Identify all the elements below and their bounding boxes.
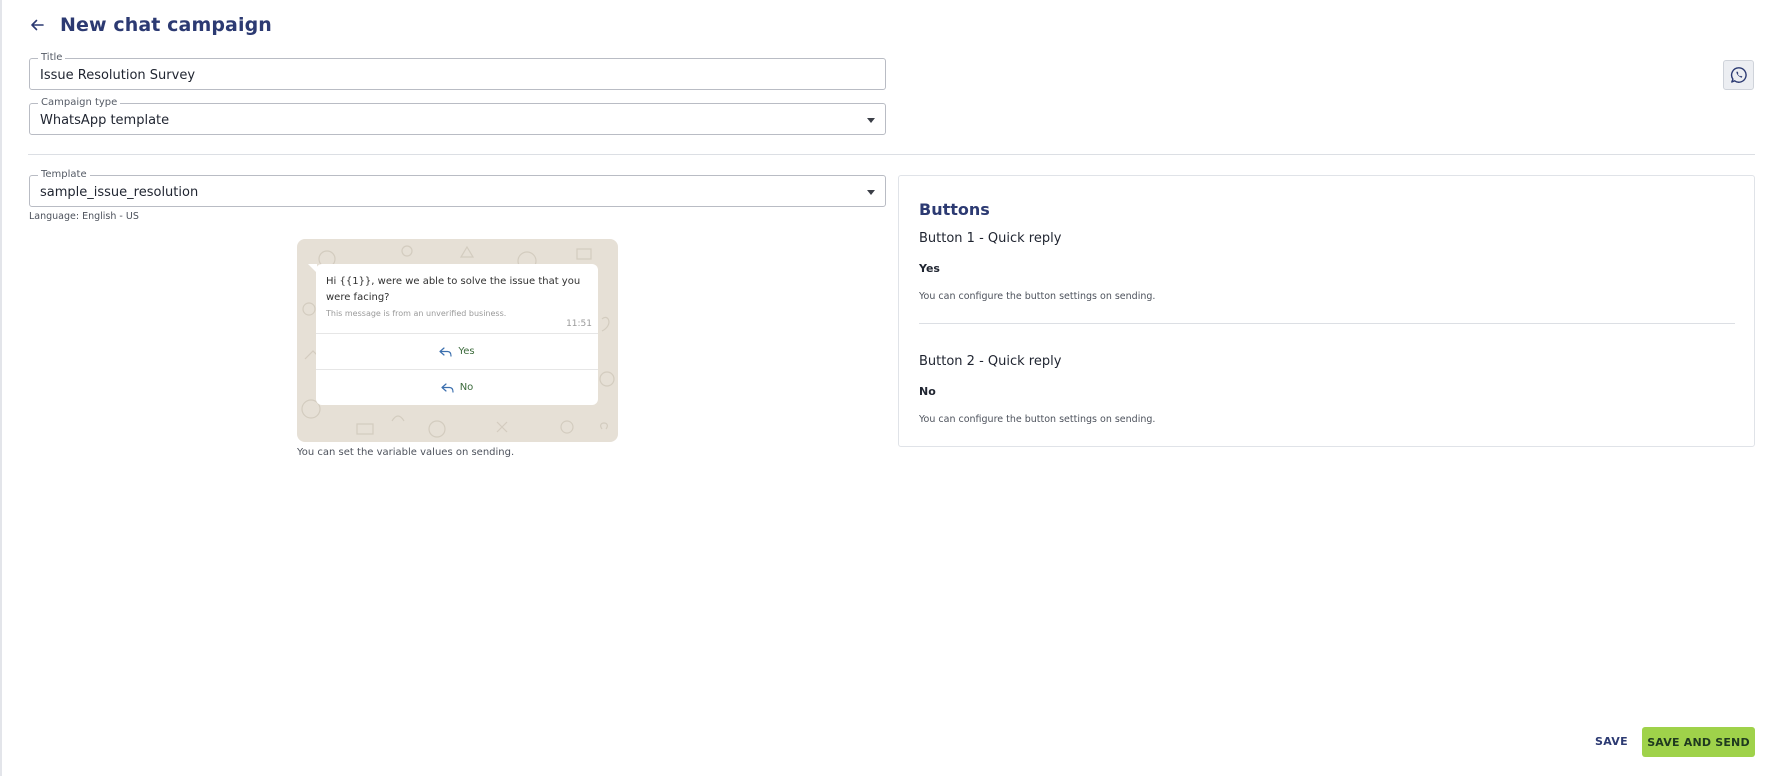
campaign-type-value: WhatsApp template: [40, 113, 170, 128]
caret-down-icon: [867, 118, 875, 123]
campaign-type-select[interactable]: Campaign type WhatsApp template: [29, 97, 886, 135]
save-button[interactable]: SAVE: [1589, 730, 1634, 752]
quick-reply-no[interactable]: No: [316, 369, 598, 405]
page-header: New chat campaign: [28, 10, 272, 40]
title-field-label: Title: [38, 52, 66, 64]
message-preview: Hi {{1}}, were we able to solve the issu…: [297, 239, 618, 442]
template-select[interactable]: Template sample_issue_resolution: [29, 169, 886, 207]
buttons-panel-title: Buttons: [919, 200, 990, 219]
button-1-heading: Button 1 - Quick reply: [919, 231, 1062, 246]
whatsapp-icon: [1730, 67, 1747, 83]
buttons-divider: [919, 323, 1735, 324]
button-2-note: You can configure the button settings on…: [919, 414, 1156, 425]
message-bubble: Hi {{1}}, were we able to solve the issu…: [308, 264, 598, 405]
page-left-border: [0, 0, 2, 776]
caret-down-icon: [867, 190, 875, 195]
button-2-value: No: [919, 385, 936, 398]
reply-arrow-icon: [441, 382, 454, 393]
message-time: 11:51: [566, 319, 592, 329]
whatsapp-channel-button[interactable]: [1723, 60, 1754, 90]
page-title: New chat campaign: [60, 14, 272, 36]
template-language: Language: English - US: [29, 211, 139, 222]
buttons-panel: Buttons Button 1 - Quick reply Yes You c…: [898, 175, 1755, 447]
quick-reply-label: Yes: [458, 346, 475, 357]
save-and-send-button[interactable]: SAVE AND SEND: [1642, 727, 1755, 757]
template-label: Template: [38, 169, 90, 181]
reply-arrow-icon: [439, 346, 453, 357]
unverified-business-note: This message is from an unverified busin…: [326, 309, 507, 318]
bubble-tail: [308, 264, 317, 273]
arrow-left-icon: [31, 19, 44, 31]
quick-reply-yes[interactable]: Yes: [316, 333, 598, 369]
message-text: Hi {{1}}, were we able to solve the issu…: [326, 276, 581, 303]
quick-reply-label: No: [459, 382, 474, 393]
button-1-note: You can configure the button settings on…: [919, 291, 1156, 302]
variables-note: You can set the variable values on sendi…: [297, 447, 515, 458]
back-button[interactable]: [28, 16, 46, 34]
campaign-type-label: Campaign type: [38, 97, 121, 109]
title-field-value[interactable]: Issue Resolution Survey: [40, 68, 195, 83]
title-field[interactable]: Title Issue Resolution Survey: [29, 52, 886, 90]
button-2-heading: Button 2 - Quick reply: [919, 354, 1062, 369]
section-divider: [28, 154, 1755, 155]
template-value: sample_issue_resolution: [40, 185, 199, 200]
button-1-value: Yes: [919, 262, 940, 275]
